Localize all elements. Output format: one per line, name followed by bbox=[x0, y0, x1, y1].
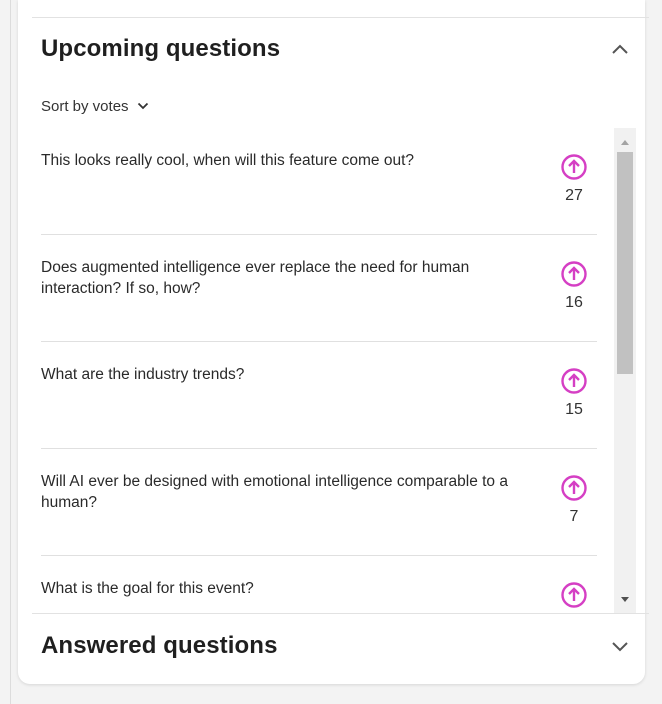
answered-questions-title: Answered questions bbox=[41, 632, 278, 659]
vote-control: 16 bbox=[557, 260, 591, 312]
scroll-up-arrow-icon bbox=[621, 139, 629, 145]
chevron-up-icon bbox=[612, 44, 628, 54]
questions-scrollbar[interactable] bbox=[614, 128, 636, 613]
answered-questions-header[interactable]: Answered questions bbox=[41, 626, 631, 666]
question-item: Does augmented intelligence ever replace… bbox=[41, 235, 597, 342]
scroll-down-button[interactable] bbox=[614, 589, 636, 609]
question-item: This looks really cool, when will this f… bbox=[41, 128, 597, 235]
upcoming-questions-title: Upcoming questions bbox=[41, 35, 281, 62]
chevron-down-icon bbox=[612, 642, 628, 652]
upvote-icon[interactable] bbox=[560, 474, 588, 502]
sort-label: Sort by votes bbox=[41, 97, 129, 115]
question-text: Will AI ever be designed with emotional … bbox=[41, 473, 508, 511]
card-top-divider bbox=[32, 17, 649, 18]
sort-dropdown[interactable]: Sort by votes bbox=[41, 95, 149, 117]
question-item: Will AI ever be designed with emotional … bbox=[41, 449, 597, 556]
upvote-icon[interactable] bbox=[560, 153, 588, 181]
question-text: Does augmented intelligence ever replace… bbox=[41, 259, 470, 297]
question-text: What is the goal for this event? bbox=[41, 580, 254, 597]
vote-count: 15 bbox=[565, 401, 583, 418]
chevron-down-icon bbox=[137, 102, 148, 110]
collapse-upcoming-button[interactable] bbox=[609, 38, 631, 60]
vote-control bbox=[557, 581, 591, 613]
question-item: What are the industry trends? 15 bbox=[41, 342, 597, 449]
vote-count: 27 bbox=[565, 187, 583, 204]
vote-control: 7 bbox=[557, 474, 591, 526]
questions-card: Upcoming questions Sort by votes This lo… bbox=[18, 0, 649, 684]
left-panel-border bbox=[10, 0, 11, 704]
vote-control: 27 bbox=[557, 153, 591, 205]
scrollbar-thumb[interactable] bbox=[617, 152, 633, 374]
expand-answered-button[interactable] bbox=[609, 635, 631, 657]
upvote-icon[interactable] bbox=[560, 260, 588, 288]
vote-count: 7 bbox=[569, 508, 579, 525]
upvote-icon[interactable] bbox=[560, 367, 588, 395]
question-text: What are the industry trends? bbox=[41, 366, 245, 383]
questions-list[interactable]: This looks really cool, when will this f… bbox=[41, 128, 617, 613]
upcoming-questions-header[interactable]: Upcoming questions bbox=[41, 29, 631, 69]
vote-count: 16 bbox=[565, 294, 583, 311]
scroll-up-button[interactable] bbox=[614, 132, 636, 152]
question-text: This looks really cool, when will this f… bbox=[41, 152, 415, 169]
section-divider bbox=[32, 613, 649, 614]
upvote-icon[interactable] bbox=[560, 581, 588, 609]
scroll-down-arrow-icon bbox=[621, 596, 629, 602]
vote-control: 15 bbox=[557, 367, 591, 419]
question-item: What is the goal for this event? bbox=[41, 556, 597, 613]
